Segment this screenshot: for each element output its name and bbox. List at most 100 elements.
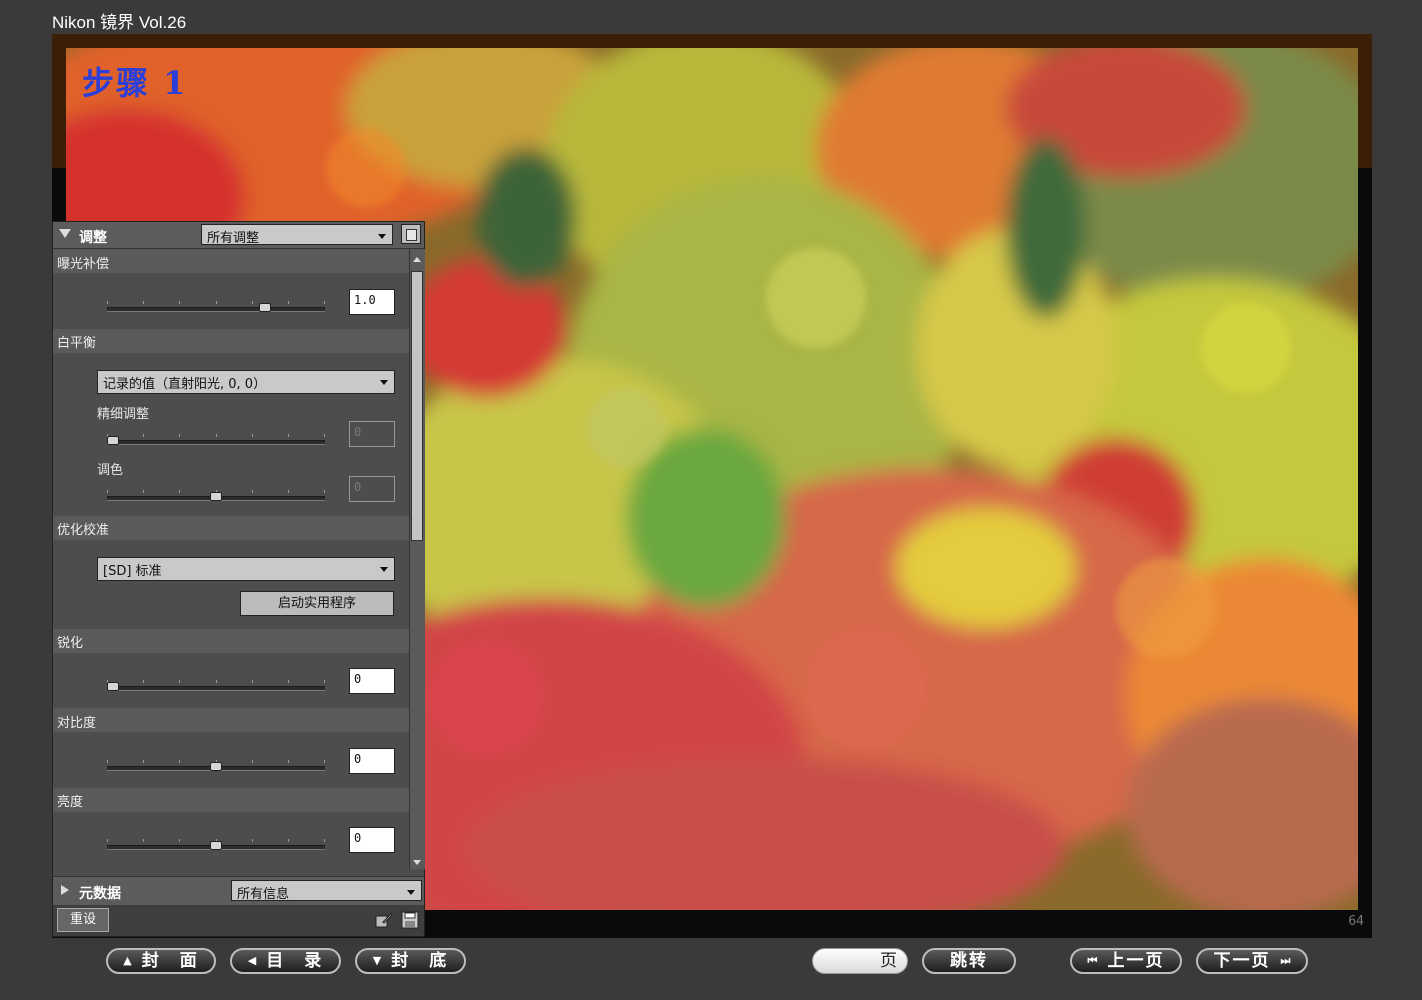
slider-thumb[interactable] bbox=[259, 303, 271, 312]
launch-utility-button[interactable]: 启动实用程序 bbox=[240, 591, 394, 616]
slider-tick bbox=[324, 760, 325, 763]
slider-tick bbox=[179, 760, 180, 763]
exposure-slider[interactable] bbox=[107, 301, 325, 315]
slider-tick bbox=[143, 839, 144, 842]
contrast-value-field[interactable]: 0 bbox=[349, 748, 395, 774]
slider-thumb[interactable] bbox=[107, 682, 119, 691]
sharpening-label: 锐化 bbox=[57, 636, 84, 651]
slider-tick bbox=[143, 680, 144, 683]
adjustment-header[interactable]: 调整 所有调整 bbox=[53, 222, 424, 249]
slider-tick bbox=[288, 839, 289, 842]
exposure-value-field[interactable]: 1.0 bbox=[349, 289, 395, 315]
slider-track[interactable] bbox=[107, 307, 325, 312]
collapse-triangle-icon[interactable] bbox=[59, 229, 71, 238]
slider-tick bbox=[143, 434, 144, 437]
panel-scrollbar[interactable] bbox=[409, 249, 425, 869]
slider-tick bbox=[179, 301, 180, 304]
slider-tick bbox=[143, 490, 144, 493]
edit-icon[interactable] bbox=[375, 911, 393, 929]
chevron-down-icon bbox=[378, 234, 386, 239]
picture-control-dropdown[interactable]: [SD] 标准 bbox=[97, 557, 395, 581]
contrast-label: 对比度 bbox=[57, 716, 97, 731]
slider-tick bbox=[107, 760, 108, 763]
slider-tick bbox=[179, 839, 180, 842]
slider-tick bbox=[252, 434, 253, 437]
tint-slider[interactable] bbox=[107, 490, 325, 504]
slider-track[interactable] bbox=[107, 686, 325, 691]
cover-button[interactable]: ▲ 封 面 bbox=[106, 948, 216, 974]
adjustment-title: 调整 bbox=[79, 230, 107, 246]
metadata-title: 元数据 bbox=[79, 886, 121, 902]
slider-tick bbox=[288, 434, 289, 437]
slider-tick bbox=[107, 839, 108, 842]
brightness-slider[interactable] bbox=[107, 839, 325, 853]
white-balance-label: 白平衡 bbox=[57, 336, 97, 351]
slider-tick bbox=[324, 680, 325, 683]
slider-thumb[interactable] bbox=[210, 492, 222, 501]
slider-tick bbox=[179, 680, 180, 683]
metadata-header[interactable]: 元数据 所有信息 bbox=[53, 876, 424, 905]
contents-button[interactable]: ◀ 目 录 bbox=[230, 948, 341, 974]
slider-tick bbox=[143, 760, 144, 763]
slider-tick bbox=[324, 434, 325, 437]
sharpening-slider[interactable] bbox=[107, 680, 325, 694]
slider-tick bbox=[288, 301, 289, 304]
slider-tick bbox=[179, 490, 180, 493]
sharpening-value-field[interactable]: 0 bbox=[349, 668, 395, 694]
jump-button[interactable]: 跳转 bbox=[922, 948, 1016, 974]
scroll-up-icon[interactable] bbox=[413, 257, 421, 262]
slider-tick bbox=[252, 760, 253, 763]
panel-footer: 重设 bbox=[53, 905, 424, 936]
step-label: 步骤 1 bbox=[82, 64, 188, 102]
tint-label: 调色 bbox=[97, 463, 124, 478]
metadata-filter-dropdown[interactable]: 所有信息 bbox=[231, 880, 422, 901]
scrollbar-thumb[interactable] bbox=[411, 271, 423, 541]
slider-track[interactable] bbox=[107, 440, 325, 445]
expand-triangle-icon[interactable] bbox=[61, 885, 69, 895]
exposure-label: 曝光补偿 bbox=[57, 257, 110, 272]
app-title: Nikon 镜界 Vol.26 bbox=[52, 13, 187, 32]
tint-value-field[interactable]: 0 bbox=[349, 476, 395, 502]
brightness-value-field[interactable]: 0 bbox=[349, 827, 395, 853]
copy-settings-button[interactable] bbox=[401, 224, 421, 244]
slider-tick bbox=[288, 680, 289, 683]
skip-back-icon: ⏮ bbox=[1087, 954, 1098, 967]
slider-tick bbox=[252, 839, 253, 842]
next-page-button[interactable]: 下一页 ⏭ bbox=[1196, 948, 1308, 974]
slider-tick bbox=[252, 680, 253, 683]
fine-adjust-value-field[interactable]: 0 bbox=[349, 421, 395, 447]
slider-tick bbox=[324, 839, 325, 842]
fine-adjust-label: 精细调整 bbox=[97, 407, 150, 422]
slider-tick bbox=[288, 490, 289, 493]
slider-tick bbox=[179, 434, 180, 437]
slider-thumb[interactable] bbox=[107, 436, 119, 445]
triangle-down-icon: ▼ bbox=[372, 954, 382, 967]
adjustment-filter-dropdown[interactable]: 所有调整 bbox=[201, 224, 393, 245]
fine-adjust-slider[interactable] bbox=[107, 434, 325, 448]
contrast-slider[interactable] bbox=[107, 760, 325, 774]
slider-tick bbox=[216, 680, 217, 683]
scroll-down-icon[interactable] bbox=[413, 860, 421, 865]
reset-button[interactable]: 重设 bbox=[57, 908, 109, 932]
slider-tick bbox=[324, 490, 325, 493]
chevron-down-icon bbox=[380, 567, 388, 572]
skip-forward-icon: ⏭ bbox=[1280, 954, 1291, 967]
slider-tick bbox=[143, 301, 144, 304]
chevron-down-icon bbox=[380, 380, 388, 385]
back-cover-button[interactable]: ▼ 封 底 bbox=[355, 948, 466, 974]
triangle-left-icon: ◀ bbox=[247, 954, 257, 967]
page-input[interactable]: 页 bbox=[812, 948, 908, 974]
slider-tick bbox=[252, 490, 253, 493]
white-balance-dropdown[interactable]: 记录的值（直射阳光, 0, 0） bbox=[97, 370, 395, 394]
page-number: 64 bbox=[1348, 914, 1364, 929]
save-icon[interactable] bbox=[401, 911, 419, 929]
slider-thumb[interactable] bbox=[210, 762, 222, 771]
prev-page-button[interactable]: ⏮ 上一页 bbox=[1070, 948, 1182, 974]
slider-thumb[interactable] bbox=[210, 841, 222, 850]
slider-tick bbox=[216, 434, 217, 437]
chevron-down-icon bbox=[407, 890, 415, 895]
slider-tick bbox=[107, 490, 108, 493]
slider-tick bbox=[288, 760, 289, 763]
slider-tick bbox=[107, 301, 108, 304]
slider-tick bbox=[252, 301, 253, 304]
